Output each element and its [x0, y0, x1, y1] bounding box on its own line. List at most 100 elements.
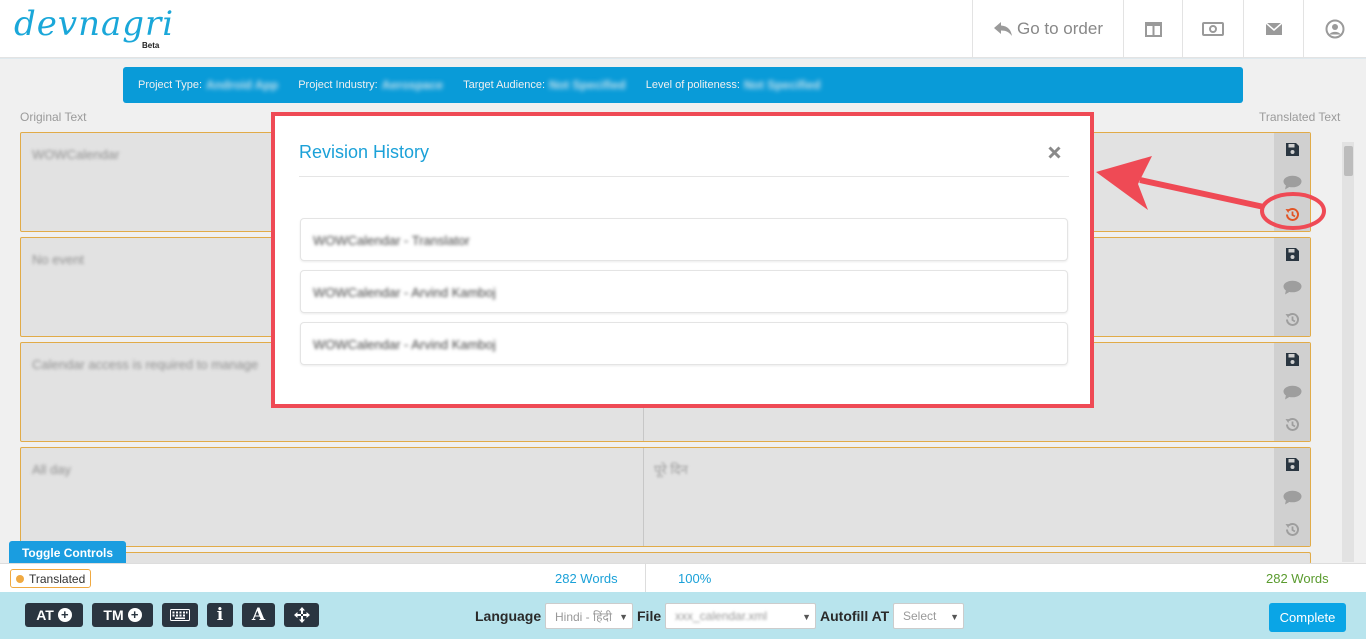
- bottom-toolbar: AT + TM + i A Language Hindi - हिंदी ▼ Fil…: [0, 592, 1366, 639]
- language-value: Hindi - हिंदी: [555, 609, 612, 624]
- tm-label: TM: [103, 607, 124, 623]
- segment-actions: [1274, 238, 1310, 336]
- scrollbar-thumb[interactable]: [1344, 146, 1353, 176]
- segment-target-text[interactable]: पूरे दिन: [654, 460, 688, 478]
- revision-item[interactable]: WOWCalendar - Translator: [300, 218, 1068, 261]
- modal-close-button[interactable]: [1048, 146, 1061, 164]
- comment-icon: [1283, 280, 1301, 294]
- comment-icon: [1283, 175, 1301, 189]
- segment-actions: [1274, 448, 1310, 546]
- columns-icon: [1144, 21, 1162, 37]
- revision-history-button[interactable]: [1274, 303, 1310, 336]
- segment-source-text: WOWCalendar: [32, 147, 120, 162]
- floppy-disk-icon: [1285, 142, 1299, 156]
- font-button[interactable]: A: [242, 603, 275, 627]
- history-icon: [1285, 523, 1299, 537]
- modal-title: Revision History: [299, 142, 430, 162]
- floppy-disk-icon: [1285, 247, 1299, 261]
- history-icon: [1285, 208, 1299, 222]
- split-view-button[interactable]: [1123, 0, 1182, 58]
- keyboard-icon: [170, 609, 190, 621]
- translated-word-count: 282 Words: [1266, 571, 1329, 586]
- revision-history-button[interactable]: [1274, 513, 1310, 546]
- history-icon: [1285, 313, 1299, 327]
- project-info-bar: Project Type: Android App Project Indust…: [123, 67, 1243, 103]
- font-icon: A: [251, 605, 266, 625]
- go-to-order-button[interactable]: Go to order: [972, 0, 1123, 58]
- save-segment-button[interactable]: [1274, 238, 1310, 271]
- translated-label: Translated: [29, 571, 86, 586]
- plus-circle-icon: +: [57, 608, 72, 622]
- go-to-order-label: Go to order: [1017, 19, 1103, 38]
- translated-status-badge[interactable]: Translated: [10, 569, 92, 588]
- status-row: Translated 282 Words 100% 282 Words: [0, 563, 1366, 593]
- logo-text: devnagri: [14, 4, 175, 44]
- revision-item[interactable]: WOWCalendar - Arvind Kamboj: [300, 322, 1068, 365]
- dropdown-caret-icon: ▼: [619, 612, 628, 622]
- politeness-label: Level of politeness:: [645, 79, 740, 91]
- devnagri-logo[interactable]: devnagri Beta: [14, 4, 175, 50]
- segment-source-text: All day: [32, 462, 72, 477]
- payments-button[interactable]: [1182, 0, 1243, 58]
- translated-text-label: Translated Text: [1259, 110, 1341, 124]
- floppy-disk-icon: [1285, 457, 1299, 471]
- user-circle-icon: [1325, 19, 1345, 39]
- keyboard-button[interactable]: [162, 603, 198, 627]
- progress-percent: 100%: [678, 571, 712, 586]
- segments-scrollbar[interactable]: [1342, 142, 1354, 562]
- revision-history-button[interactable]: [1274, 198, 1310, 231]
- segment-row[interactable]: All day पूरे दिन: [20, 447, 1311, 547]
- segment-divider: [643, 448, 644, 546]
- user-account-button[interactable]: [1303, 0, 1366, 58]
- status-dot: [16, 574, 24, 583]
- envelope-icon: [1265, 23, 1282, 35]
- project-industry-label: Project Industry:: [298, 79, 378, 91]
- segment-source-text: Calendar access is required to manage: [32, 357, 259, 372]
- toggle-controls-button[interactable]: Toggle Controls: [9, 541, 126, 564]
- revision-history-modal: Revision History WOWCalendar - Translato…: [271, 112, 1094, 408]
- comment-button[interactable]: [1274, 481, 1310, 514]
- money-icon: [1202, 22, 1224, 36]
- save-segment-button[interactable]: [1274, 448, 1310, 481]
- revision-item[interactable]: WOWCalendar - Arvind Kamboj: [300, 270, 1068, 313]
- header-divider: [0, 58, 1366, 59]
- comment-button[interactable]: [1274, 166, 1310, 199]
- project-type-value: Android App: [206, 78, 279, 92]
- revision-history-button[interactable]: [1274, 408, 1310, 441]
- language-select[interactable]: Hindi - हिंदी ▼: [545, 603, 633, 629]
- politeness-value: Not Specified: [743, 78, 821, 92]
- reply-arrow-icon: [994, 22, 1012, 36]
- at-label: AT: [36, 607, 54, 623]
- move-button[interactable]: [284, 603, 319, 627]
- tm-button[interactable]: TM +: [92, 603, 153, 627]
- comment-icon: [1283, 490, 1301, 504]
- at-button[interactable]: AT +: [25, 603, 83, 627]
- autofill-at-label: Autofill AT: [820, 608, 890, 624]
- revision-item-label: WOWCalendar - Arvind Kamboj: [313, 285, 496, 300]
- comment-button[interactable]: [1274, 271, 1310, 304]
- original-text-label: Original Text: [20, 110, 87, 124]
- floppy-disk-icon: [1285, 352, 1299, 366]
- comment-button[interactable]: [1274, 376, 1310, 409]
- autofill-value: Select: [903, 609, 937, 623]
- save-segment-button[interactable]: [1274, 133, 1310, 166]
- segment-actions: [1274, 133, 1310, 231]
- revision-item-label: WOWCalendar - Translator: [313, 233, 470, 248]
- segment-source-text: No event: [32, 252, 85, 267]
- save-segment-button[interactable]: [1274, 343, 1310, 376]
- info-button[interactable]: i: [207, 603, 233, 627]
- move-arrows-icon: [293, 607, 310, 623]
- dropdown-caret-icon: ▼: [802, 612, 811, 622]
- modal-divider: [299, 176, 1069, 177]
- app-header: devnagri Beta Go to order: [0, 0, 1366, 58]
- autofill-at-select[interactable]: Select ▼: [893, 603, 964, 629]
- target-audience-label: Target Audience:: [463, 79, 546, 91]
- history-icon: [1285, 418, 1299, 432]
- project-industry-value: Aerospace: [381, 78, 444, 92]
- target-audience-value: Not Specified: [549, 78, 626, 92]
- file-select[interactable]: xxx_calendar.xml ▼: [665, 603, 816, 629]
- info-icon: i: [216, 605, 224, 625]
- messages-button[interactable]: [1243, 0, 1303, 58]
- complete-button[interactable]: Complete: [1269, 603, 1346, 632]
- comment-icon: [1283, 385, 1301, 399]
